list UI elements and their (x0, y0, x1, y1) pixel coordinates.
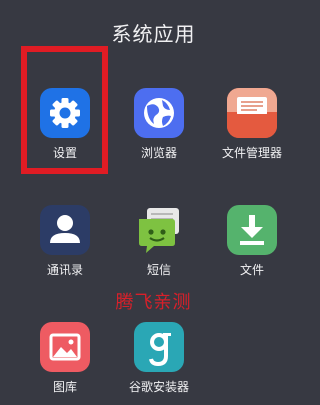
file-manager-icon (227, 88, 277, 138)
app-sms[interactable]: 短信 (111, 205, 207, 277)
app-label: 通讯录 (46, 263, 83, 277)
app-contacts[interactable]: 通讯录 (17, 205, 113, 277)
highlight-box (21, 46, 108, 174)
app-browser[interactable]: 浏览器 (111, 88, 207, 160)
app-label: 短信 (146, 263, 171, 277)
gallery-image-icon (40, 322, 90, 372)
app-label: 文件 (239, 263, 264, 277)
app-files[interactable]: 文件 (204, 205, 300, 277)
app-google-installer[interactable]: 谷歌安装器 (111, 322, 207, 394)
contact-person-icon (40, 205, 90, 255)
download-icon (227, 205, 277, 255)
app-label: 浏览器 (140, 146, 177, 160)
watermark-text: 腾飞亲测 (115, 292, 192, 313)
app-file-manager[interactable]: 文件管理器 (204, 88, 300, 160)
google-installer-icon (134, 322, 184, 372)
sms-message-icon (134, 205, 184, 255)
app-label: 图库 (52, 380, 77, 394)
page-title: 系统应用 (111, 22, 196, 46)
app-label: 文件管理器 (221, 146, 282, 160)
app-gallery[interactable]: 图库 (17, 322, 113, 394)
app-label: 谷歌安装器 (128, 380, 189, 394)
browser-planet-icon (134, 88, 184, 138)
